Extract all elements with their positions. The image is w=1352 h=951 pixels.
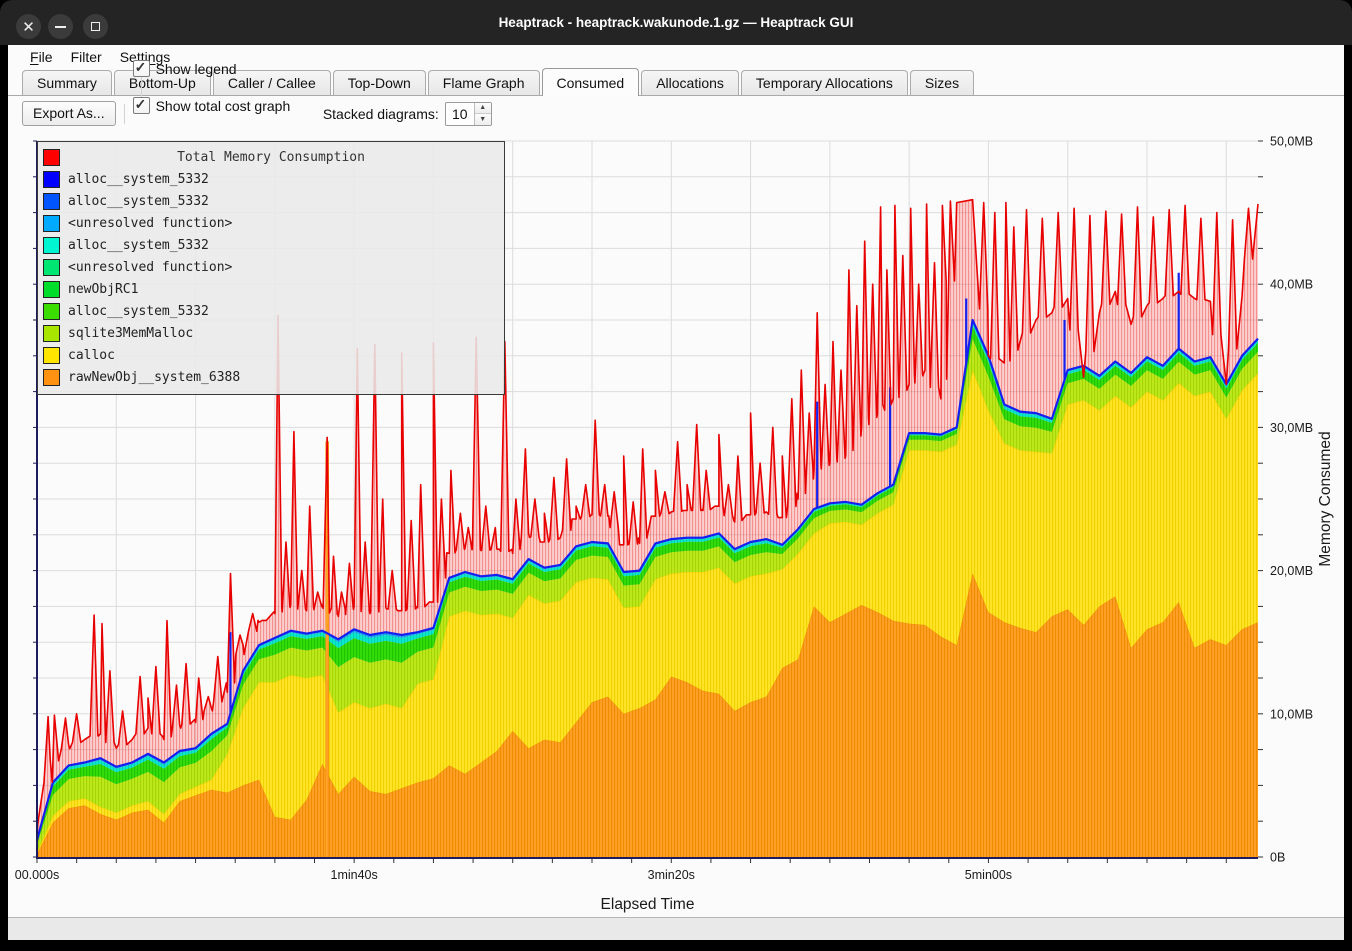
menu-item-filter[interactable]: Filter	[62, 47, 111, 67]
toolbar-separator	[124, 104, 125, 124]
legend-item-label: alloc__system_5332	[68, 172, 209, 187]
legend-swatch	[43, 303, 60, 320]
checkbox-label: Show legend	[156, 61, 237, 77]
window-title: Heaptrack - heaptrack.wakunode.1.gz — He…	[0, 15, 1352, 30]
legend-item[interactable]: alloc__system_5332	[38, 168, 504, 190]
x-tick-label: 5min00s	[965, 868, 1012, 882]
legend-item-label: newObjRC1	[68, 282, 138, 297]
legend-item-label: sqlite3MemMalloc	[68, 326, 193, 341]
legend-title-row[interactable]: Total Memory Consumption	[38, 146, 504, 168]
x-axis-title: Elapsed Time	[601, 896, 695, 913]
legend-item[interactable]: alloc__system_5332	[38, 300, 504, 322]
toolbar: Export As... ✓Show legend✓Show total cos…	[8, 96, 1344, 131]
stacked-diagrams-value[interactable]: 10	[446, 103, 474, 125]
legend-item-label: calloc	[68, 348, 115, 363]
stacked-diagrams-spinbox[interactable]: 10 ▲ ▼	[445, 102, 492, 126]
menu-item-file[interactable]: File	[21, 47, 62, 67]
legend-item-label: <unresolved function>	[68, 260, 232, 275]
legend-item[interactable]: calloc	[38, 344, 504, 366]
y-axis-title: Memory Consumed	[1317, 431, 1334, 566]
legend-item[interactable]: <unresolved function>	[38, 256, 504, 278]
toolbar-separator	[141, 77, 142, 97]
tab-summary[interactable]: Summary	[22, 70, 112, 95]
legend-swatch	[43, 281, 60, 298]
legend-item[interactable]: sqlite3MemMalloc	[38, 322, 504, 344]
legend-title: Total Memory Consumption	[38, 150, 504, 165]
checkbox-label: Show total cost graph	[156, 98, 291, 114]
tab-consumed[interactable]: Consumed	[542, 68, 640, 96]
legend-item[interactable]: <unresolved function>	[38, 212, 504, 234]
checkbox-box[interactable]: ✓	[133, 97, 150, 114]
legend-item-label: rawNewObj__system_6388	[68, 370, 240, 385]
y-tick-label: 50,0MB	[1270, 135, 1313, 149]
y-tick-label: 40,0MB	[1270, 278, 1313, 292]
y-tick-label: 0B	[1270, 851, 1285, 865]
legend-item-label: alloc__system_5332	[68, 238, 209, 253]
legend-item-label: alloc__system_5332	[68, 194, 209, 209]
title-bar: ✕ Heaptrack - heaptrack.wakunode.1.gz — …	[0, 0, 1352, 45]
legend-swatch	[43, 237, 60, 254]
chart-legend: Total Memory Consumption alloc__system_53…	[37, 141, 505, 395]
tab-sizes[interactable]: Sizes	[910, 70, 974, 95]
stacked-diagrams-control: Stacked diagrams: 10 ▲ ▼	[323, 102, 492, 126]
check-icon: ✓	[135, 59, 147, 76]
legend-swatch	[43, 347, 60, 364]
spin-up-icon[interactable]: ▲	[475, 103, 491, 115]
legend-item[interactable]: rawNewObj__system_6388	[38, 366, 504, 388]
tab-top-down[interactable]: Top-Down	[333, 70, 426, 95]
legend-swatch	[43, 171, 60, 188]
checkbox-show-legend[interactable]: ✓ Show legend	[133, 60, 313, 77]
x-tick-label: 3min20s	[648, 868, 695, 882]
export-as-button[interactable]: Export As...	[22, 101, 116, 126]
tab-allocations[interactable]: Allocations	[641, 70, 739, 95]
status-bar	[8, 917, 1344, 940]
app-window: ✕ Heaptrack - heaptrack.wakunode.1.gz — …	[0, 0, 1352, 951]
y-tick-label: 20,0MB	[1270, 564, 1313, 578]
stacked-diagrams-label: Stacked diagrams:	[323, 106, 439, 122]
tab-flame-graph[interactable]: Flame Graph	[428, 70, 540, 95]
y-tick-label: 10,0MB	[1270, 707, 1313, 721]
legend-swatch	[43, 259, 60, 276]
tab-temporary-allocations[interactable]: Temporary Allocations	[741, 70, 908, 95]
legend-item[interactable]: alloc__system_5332	[38, 190, 504, 212]
legend-item-label: alloc__system_5332	[68, 304, 209, 319]
legend-item[interactable]: newObjRC1	[38, 278, 504, 300]
check-icon: ✓	[135, 96, 147, 113]
legend-swatch	[43, 193, 60, 210]
checkbox-show-total-cost-graph[interactable]: ✓ Show total cost graph	[133, 97, 313, 114]
legend-item-label: <unresolved function>	[68, 216, 232, 231]
x-tick-label: 1min40s	[331, 868, 378, 882]
legend-swatch	[43, 369, 60, 386]
legend-swatch	[43, 215, 60, 232]
consumed-chart-region: 0B 10,0MB 20,0MB 30,0MB 40,0MB 50,0MB 00.000s 1…	[8, 131, 1344, 917]
legend-swatch	[43, 325, 60, 342]
spin-down-icon[interactable]: ▼	[475, 114, 491, 125]
legend-item[interactable]: alloc__system_5332	[38, 234, 504, 256]
y-tick-label: 30,0MB	[1270, 421, 1313, 435]
x-tick-label: 00.000s	[15, 868, 59, 882]
checkbox-box[interactable]: ✓	[133, 60, 150, 77]
